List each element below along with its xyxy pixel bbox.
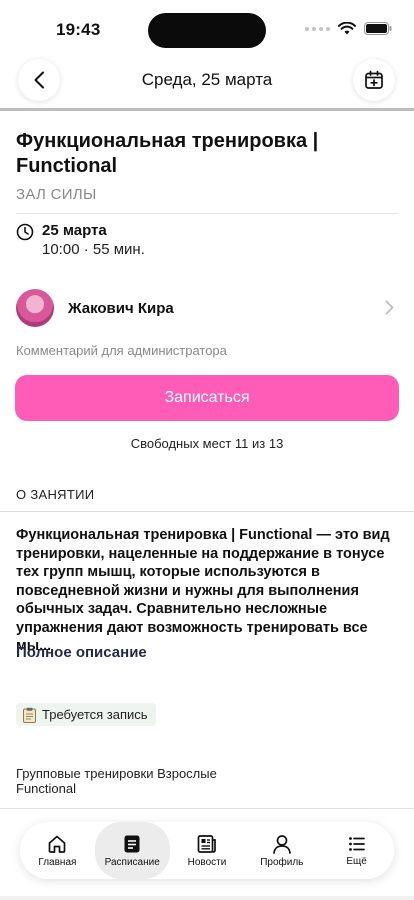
event-date: 25 марта xyxy=(42,222,107,239)
full-description-link[interactable]: Полное описание xyxy=(16,644,147,661)
about-description: Функциональная тренировка | Functional —… xyxy=(16,527,390,654)
badge-label: Требуется запись xyxy=(42,707,148,722)
more-icon xyxy=(348,836,365,851)
tab-label: Главная xyxy=(38,856,77,868)
status-icons xyxy=(305,22,392,35)
tab-news[interactable]: Новости xyxy=(170,822,245,879)
tag-line: Групповые тренировки Взрослые xyxy=(16,766,217,781)
divider xyxy=(0,808,414,809)
free-seats: Свободных мест 11 из 13 xyxy=(130,436,284,451)
requirement-badge: Требуется запись xyxy=(16,703,156,726)
avatar xyxy=(16,289,54,327)
tab-label: Профиль xyxy=(260,856,304,868)
home-icon xyxy=(49,835,66,853)
about-heading: О ЗАНЯТИИ xyxy=(16,487,95,502)
tab-bar: Главная Расписание Новости Профиль Ещё xyxy=(20,822,394,879)
tab-profile[interactable]: Профиль xyxy=(244,822,319,879)
admin-comment-link[interactable]: Комментарий для администратора xyxy=(16,343,227,358)
tags: Групповые тренировки Взрослые Functional xyxy=(16,766,217,796)
tab-more[interactable]: Ещё xyxy=(319,822,394,879)
tab-label: Расписание xyxy=(104,856,160,868)
clipboard-icon xyxy=(23,707,36,723)
event-time: 10:00 · 55 мин. xyxy=(42,241,145,258)
status-time: 19:43 xyxy=(56,20,101,39)
clock-icon xyxy=(16,223,34,241)
divider xyxy=(16,213,398,214)
header-divider xyxy=(0,108,414,111)
event-hall: ЗАЛ СИЛЫ xyxy=(16,186,97,203)
signal-icon xyxy=(305,26,330,31)
tag-line: Functional xyxy=(16,781,76,796)
signup-button[interactable]: Записаться xyxy=(15,375,399,421)
schedule-icon xyxy=(124,835,140,852)
dynamic-island xyxy=(148,13,266,48)
divider xyxy=(0,511,414,512)
status-bar: 19:43 xyxy=(0,0,414,58)
tab-label: Ещё xyxy=(346,855,367,867)
event-title: Функциональная тренировка | Functional xyxy=(16,130,319,177)
wifi-icon xyxy=(338,22,356,35)
trainer-row[interactable]: Жакович Кира xyxy=(0,286,414,332)
tab-home[interactable]: Главная xyxy=(20,822,95,879)
trainer-name: Жакович Кира xyxy=(68,300,174,317)
battery-icon xyxy=(364,22,392,35)
calendar-add-icon xyxy=(365,70,383,89)
tab-schedule[interactable]: Расписание xyxy=(94,822,170,879)
profile-icon xyxy=(272,834,291,854)
news-icon xyxy=(197,834,216,853)
add-to-calendar-button[interactable] xyxy=(353,59,395,101)
chevron-right-icon xyxy=(385,300,394,315)
nav-header: Среда, 25 марта xyxy=(0,56,414,106)
tab-label: Новости xyxy=(187,856,227,868)
page-title: Среда, 25 марта xyxy=(141,70,273,89)
home-indicator-area xyxy=(0,896,414,900)
